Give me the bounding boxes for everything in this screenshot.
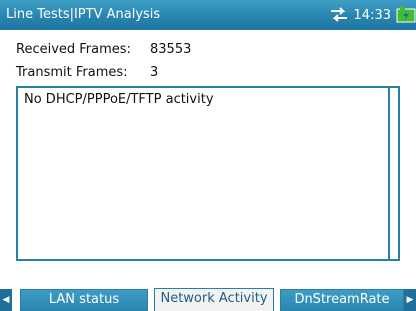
received-frames-value: 83553 [150, 42, 192, 57]
activity-log-panel[interactable]: No DHCP/PPPoE/TFTP activity [16, 86, 400, 261]
page-title: Line Tests|IPTV Analysis [6, 7, 161, 22]
activity-scrollbar[interactable] [388, 88, 398, 259]
main-content: Received Frames: 83553 Transmit Frames: 3 … [0, 30, 416, 285]
tab-lan-status[interactable]: LAN status [20, 289, 148, 311]
tab-bar: ◀ LAN status Network Activity DnStreamRa… [0, 285, 416, 311]
tab-scroll-left-icon[interactable]: ◀ [0, 289, 12, 311]
tab-network-activity[interactable]: Network Activity [154, 288, 274, 311]
battery-charging-icon [396, 6, 416, 24]
transmit-frames-row: Transmit Frames: 3 [16, 63, 158, 83]
received-frames-row: Received Frames: 83553 [16, 40, 191, 60]
received-frames-label: Received Frames: [16, 42, 131, 57]
title-bar: Line Tests|IPTV Analysis 14:33 [0, 0, 416, 30]
transmit-frames-value: 3 [150, 65, 159, 80]
activity-message: No DHCP/PPPoE/TFTP activity [24, 92, 214, 107]
status-area: 14:33 [329, 0, 416, 30]
clock: 14:33 [353, 7, 391, 23]
transmit-frames-label: Transmit Frames: [16, 65, 128, 80]
tab-dnstream-rate[interactable]: DnStreamRate [280, 289, 404, 311]
tab-scroll-right-icon[interactable]: ▶ [404, 289, 416, 311]
network-transfer-icon [329, 6, 349, 24]
